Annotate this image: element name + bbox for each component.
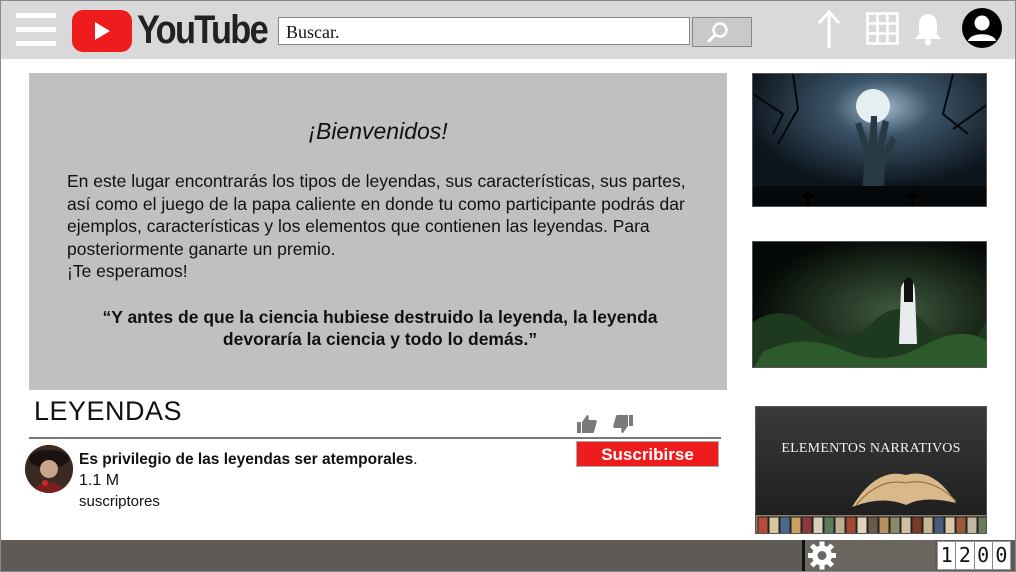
open-book-image xyxy=(756,407,986,533)
video-thumbnail-ghost-forest[interactable] xyxy=(752,241,987,368)
search-icon xyxy=(707,22,728,43)
subscribe-button[interactable]: Suscribirse xyxy=(576,441,719,467)
welcome-quote: “Y antes de que la ciencia hubiese destr… xyxy=(102,307,658,349)
welcome-panel: ¡Bienvenidos! En este lugar encontrarás … xyxy=(29,73,727,390)
search-input[interactable]: Buscar. xyxy=(278,17,690,45)
welcome-title: ¡Bienvenidos! xyxy=(308,118,448,144)
clock: 1 2 0 0 xyxy=(937,541,1011,570)
logo-text[interactable]: YouTube xyxy=(137,8,269,53)
ghost-forest-image xyxy=(753,242,986,367)
upload-icon[interactable] xyxy=(815,8,843,50)
clock-digit: 1 xyxy=(938,542,957,569)
video-thumbnail-zombie-hand[interactable] xyxy=(752,73,987,207)
thumbnail-title: ELEMENTOS NARRATIVOS xyxy=(781,441,961,456)
clock-digit: 0 xyxy=(995,543,1008,567)
gear-icon[interactable] xyxy=(805,540,839,571)
search-button[interactable] xyxy=(692,17,752,47)
zombie-hand-image xyxy=(753,74,986,206)
channel-avatar[interactable] xyxy=(25,445,73,493)
channel-description-end: . xyxy=(413,451,418,468)
subscriber-count: 1.1 M xyxy=(79,472,120,489)
channel-description-text: Es privilegio de las leyendas ser atempo… xyxy=(79,451,414,468)
channel-title: LEYENDAS xyxy=(34,396,183,426)
welcome-text: En este lugar encontrarás los tipos de l… xyxy=(67,171,686,259)
welcome-closing: ¡Te esperamos! xyxy=(67,261,188,281)
thumbs-down-icon[interactable] xyxy=(612,413,634,435)
video-thumbnail-narrative-elements[interactable]: ELEMENTOS NARRATIVOS xyxy=(755,406,987,534)
thumbs-up-icon[interactable] xyxy=(576,413,598,435)
bell-icon[interactable] xyxy=(913,12,943,46)
clock-digit: 0 xyxy=(975,542,993,569)
youtube-logo-icon[interactable] xyxy=(72,10,132,52)
account-icon[interactable] xyxy=(962,8,1002,48)
channel-description: Es privilegio de las leyendas ser atempo… xyxy=(79,451,418,469)
subscriber-label: suscriptores xyxy=(79,493,160,510)
channel-divider xyxy=(29,437,721,439)
welcome-body: En este lugar encontrarás los tipos de l… xyxy=(67,170,697,283)
clock-digit: 2 xyxy=(956,542,975,569)
menu-icon[interactable] xyxy=(16,13,56,47)
apps-grid-icon[interactable] xyxy=(866,12,899,45)
